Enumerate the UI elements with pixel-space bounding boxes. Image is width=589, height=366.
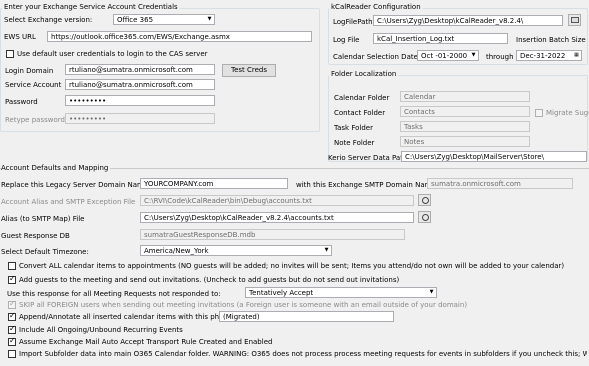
task-folder-label: Task Folder — [334, 124, 373, 132]
logfile-label: Log File — [333, 36, 360, 44]
exchange-version-value: Office 365 — [117, 16, 154, 24]
logfile-path-label: LogFilePath — [333, 18, 373, 26]
skip-foreign-checkbox[interactable] — [8, 299, 16, 309]
ews-url-input[interactable]: https://outlook.office365.com/EWS/Exchan… — [47, 31, 312, 42]
logfile-path-input[interactable]: C:\Users\Zyg\Desktop\kCalReader_v8.2.4\ — [373, 15, 563, 26]
contact-folder-input[interactable]: Contacts — [400, 106, 530, 117]
append-phrase-checkbox[interactable] — [8, 311, 16, 321]
alias-exception-label: Account Alias and SMTP Exception File — [1, 198, 136, 206]
kcal-group-title: kCalReader Configuration — [329, 3, 423, 11]
contact-folder-label: Contact Folder — [334, 109, 386, 117]
password-input[interactable]: ••••••••• — [65, 95, 215, 106]
date-to-value: Dec-31-2022 — [520, 52, 566, 60]
batch-size-label: Insertion Batch Size — [516, 36, 586, 44]
assume-rule-label: Assume Exchange Mail Auto Accept Transpo… — [19, 338, 273, 346]
alias-map-search-button[interactable] — [418, 211, 431, 223]
logfile-input[interactable]: kCal_Insertion_Log.txt — [373, 33, 508, 44]
skip-foreign-label: SKIP all FOREIGN users when sending out … — [19, 301, 468, 309]
date-to-picker[interactable]: Dec-31-2022 ▦ — [516, 50, 582, 61]
exchange-group-title: Enter your Exchange Service Account Cred… — [2, 3, 180, 11]
folder-browse-icon — [571, 17, 579, 23]
convert-all-checkbox[interactable] — [8, 262, 16, 270]
folder-localization-group — [328, 75, 588, 162]
alias-map-input[interactable]: C:\Users\Zyg\Desktop\kCalReader_v8.2.4\a… — [140, 212, 414, 223]
test-creds-button[interactable]: Test Creds — [222, 64, 276, 77]
response-select[interactable]: Tentatively Accept ▼ — [245, 287, 437, 298]
include-recurring-label: Include All Ongoing/Unbound Recurring Ev… — [19, 326, 183, 334]
convert-all-label: Convert ALL calendar items to appointmen… — [19, 262, 565, 270]
logfile-browse-button[interactable] — [568, 14, 581, 26]
replace-domain-input[interactable]: YOURCOMPANY.com — [140, 178, 288, 189]
smtp-domain-label: with this Exchange SMTP Domain Name — [296, 181, 436, 189]
login-domain-label: Login Domain — [5, 67, 54, 75]
service-account-label: Service Account — [5, 81, 62, 89]
include-recurring-checkbox[interactable] — [8, 324, 16, 334]
default-credentials-checkbox[interactable] — [6, 50, 14, 58]
calendar-icon: ▦ — [574, 52, 579, 58]
date-from-value: Oct -01-2000 — [421, 52, 468, 60]
import-subfolder-label: Import Subfolder data into main O365 Cal… — [19, 350, 587, 358]
note-folder-label: Note Folder — [334, 139, 375, 147]
append-phrase-input[interactable]: (Migrated) — [219, 311, 394, 322]
append-phrase-label: Append/Annotate all inserted calendar it… — [19, 313, 237, 321]
migrate-suggested-checkbox[interactable] — [535, 109, 543, 117]
replace-domain-label: Replace this Legacy Server Domain Name — [1, 181, 149, 189]
migrate-suggested-label: Migrate Sugg — [546, 109, 589, 117]
exchange-version-label: Select Exchange version: — [4, 16, 93, 24]
response-label: Use this response for all Meeting Reques… — [7, 290, 221, 298]
exchange-version-select[interactable]: Office 365 ▼ — [113, 14, 215, 25]
kerio-path-label: Kerio Server Data Path — [328, 154, 408, 162]
default-credentials-label: Use default user credentials to login to… — [17, 50, 208, 58]
retype-password-input: ••••••••• — [65, 113, 215, 124]
date-from-picker[interactable]: Oct -01-2000 ▼ — [417, 50, 479, 61]
ews-url-label: EWS URL — [4, 33, 36, 41]
add-guests-checkbox[interactable] — [8, 274, 16, 284]
alias-map-label: Alias (to SMTP Map) File — [1, 215, 85, 223]
guest-db-input[interactable]: sumatraGuestResponseDB.mdb — [140, 229, 405, 240]
folder-group-title: Folder Localization — [329, 70, 399, 78]
note-folder-input[interactable]: Notes — [400, 136, 530, 147]
chevron-down-icon: ▼ — [207, 16, 212, 22]
timezone-select[interactable]: America/New_York ▼ — [140, 245, 332, 256]
response-value: Tentatively Accept — [249, 289, 314, 297]
magnifier-icon — [422, 214, 429, 221]
calendar-folder-input[interactable]: Calendar — [400, 91, 530, 102]
login-domain-input[interactable]: rtuliano@sumatra.onmicrosoft.com — [65, 64, 215, 75]
through-label: through — [486, 53, 514, 61]
guest-db-label: Guest Response DB — [1, 232, 70, 240]
alias-exception-input[interactable]: C:\RVI\Code\kCalReader\bin\Debug\account… — [140, 195, 414, 206]
import-subfolder-checkbox[interactable] — [8, 350, 16, 358]
task-folder-input[interactable]: Tasks — [400, 121, 530, 132]
magnifier-icon — [422, 197, 429, 204]
timezone-label: Select Default Timezone: — [1, 248, 89, 256]
alias-exception-search-button[interactable] — [418, 194, 431, 206]
password-label: Password — [5, 98, 38, 106]
service-account-input[interactable]: rtuliano@sumatra.onmicrosoft.com — [65, 79, 215, 90]
defaults-section-title: Account Defaults and Mapping — [1, 164, 111, 172]
chevron-down-icon: ▼ — [471, 52, 476, 58]
add-guests-label: Add guests to the meeting and send out i… — [19, 276, 400, 284]
calendar-dates-label: Calendar Selection Dates — [333, 53, 422, 61]
timezone-value: America/New_York — [144, 247, 209, 255]
chevron-down-icon: ▼ — [324, 247, 329, 253]
chevron-down-icon: ▼ — [429, 289, 434, 295]
retype-password-label: Retype password — [5, 116, 65, 124]
smtp-domain-input[interactable]: sumatra.onmicrosoft.com — [427, 178, 573, 189]
calendar-folder-label: Calendar Folder — [334, 94, 390, 102]
kerio-path-input[interactable]: C:\Users\Zyg\Desktop\MailServer\Store\ — [401, 151, 587, 162]
assume-rule-checkbox[interactable] — [8, 336, 16, 346]
